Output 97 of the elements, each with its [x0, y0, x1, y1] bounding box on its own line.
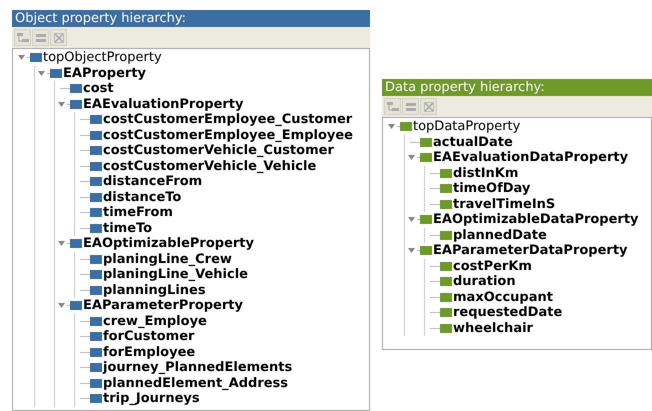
- property-icon: [420, 215, 432, 224]
- property-label[interactable]: crew_Employe: [103, 314, 207, 329]
- property-label[interactable]: timeOfDay: [453, 181, 530, 196]
- property-label[interactable]: EAEvaluationDataProperty: [433, 150, 628, 166]
- property-icon: [90, 177, 102, 186]
- property-icon: [90, 394, 102, 404]
- property-label[interactable]: distanceTo: [103, 190, 182, 205]
- property-icon: [70, 84, 82, 94]
- property-icon: [90, 208, 102, 218]
- expand-triangle-icon[interactable]: [408, 248, 414, 254]
- toolbar-button[interactable]: [420, 98, 437, 115]
- property-icon: [440, 168, 452, 178]
- property-label[interactable]: costPerKm: [453, 258, 532, 274]
- property-icon: [440, 277, 452, 286]
- add-subproperty-icon: [16, 32, 28, 42]
- expand-triangle-icon[interactable]: [58, 303, 64, 308]
- property-label[interactable]: travelTimeInS: [453, 196, 556, 212]
- property-icon: [440, 262, 452, 271]
- property-label[interactable]: distanceFrom: [103, 174, 202, 190]
- expand-triangle-icon[interactable]: [18, 55, 24, 60]
- property-label[interactable]: plannedElement_Address: [103, 376, 288, 391]
- property-icon: [440, 324, 452, 333]
- panel-title: Object property hierarchy:: [12, 10, 370, 27]
- property-label[interactable]: maxOccupant: [453, 290, 553, 305]
- property-icon: [440, 292, 452, 302]
- property-label[interactable]: duration: [453, 274, 516, 290]
- property-label[interactable]: EAParameterProperty: [83, 298, 243, 314]
- property-label[interactable]: costCustomerVehicle_Customer: [103, 143, 334, 158]
- property-icon: [90, 332, 102, 342]
- property-label[interactable]: planingLine_Vehicle: [103, 267, 248, 282]
- property-label[interactable]: requestedDate: [453, 305, 562, 320]
- property-label[interactable]: topDataProperty: [413, 119, 520, 134]
- property-icon: [420, 138, 432, 147]
- property-icon: [70, 301, 82, 310]
- toolbar-button[interactable]: [402, 98, 419, 115]
- property-label[interactable]: EAEvaluationProperty: [83, 96, 244, 112]
- property-icon: [420, 246, 432, 256]
- expand-triangle-icon[interactable]: [388, 124, 394, 130]
- property-label[interactable]: forEmployee: [103, 344, 196, 360]
- property-label[interactable]: costCustomerVehicle_Vehicle: [103, 158, 316, 174]
- property-icon: [90, 130, 102, 140]
- add-subproperty-icon: [386, 102, 398, 112]
- toolbar-button[interactable]: [50, 29, 67, 46]
- property-label[interactable]: journey_PlannedElements: [103, 360, 292, 376]
- add-sibling-icon: [34, 32, 46, 42]
- property-label[interactable]: plannedDate: [453, 228, 547, 243]
- property-icon: [70, 100, 82, 109]
- expand-triangle-icon[interactable]: [408, 155, 414, 160]
- property-label[interactable]: EAProperty: [63, 66, 146, 81]
- property-icon: [50, 68, 62, 78]
- property-icon: [30, 53, 42, 62]
- property-label[interactable]: EAOptimizableProperty: [83, 236, 254, 252]
- property-icon: [440, 230, 452, 240]
- expand-triangle-icon[interactable]: [58, 102, 64, 107]
- property-label[interactable]: costCustomerEmployee_Employee: [103, 128, 353, 143]
- toolbar-button[interactable]: [384, 98, 401, 115]
- property-icon: [70, 239, 82, 248]
- property-icon: [440, 308, 452, 318]
- property-icon: [90, 316, 102, 326]
- property-icon: [420, 153, 432, 162]
- property-label[interactable]: planingLine_Crew: [103, 252, 232, 267]
- property-icon: [90, 286, 102, 295]
- expand-triangle-icon[interactable]: [408, 217, 414, 222]
- property-icon: [90, 378, 102, 388]
- property-label[interactable]: forCustomer: [103, 329, 194, 344]
- property-label[interactable]: timeTo: [103, 220, 152, 236]
- expand-triangle-icon[interactable]: [38, 70, 44, 76]
- property-icon: [90, 254, 102, 264]
- property-label[interactable]: EAParameterDataProperty: [433, 243, 628, 258]
- property-label[interactable]: trip_Journeys: [103, 391, 200, 406]
- property-icon: [400, 122, 412, 132]
- property-icon: [440, 200, 452, 209]
- property-label[interactable]: distInKm: [453, 166, 518, 181]
- property-icon: [90, 115, 102, 124]
- toolbar-button[interactable]: [14, 29, 31, 46]
- property-icon: [90, 224, 102, 233]
- property-label[interactable]: costCustomerEmployee_Customer: [103, 112, 352, 128]
- delete-icon: [424, 102, 434, 112]
- property-icon: [90, 162, 102, 171]
- property-icon: [90, 192, 102, 202]
- property-label[interactable]: planningLines: [103, 282, 206, 298]
- property-label[interactable]: EAOptimizableDataProperty: [433, 212, 639, 228]
- property-label[interactable]: actualDate: [433, 134, 513, 150]
- property-label[interactable]: timeFrom: [103, 205, 173, 220]
- expand-triangle-icon[interactable]: [58, 241, 64, 246]
- property-icon: [90, 363, 102, 372]
- panel-title: Data property hierarchy:: [382, 79, 652, 96]
- toolbar-button[interactable]: [32, 29, 49, 46]
- property-icon: [90, 146, 102, 156]
- delete-icon: [54, 32, 64, 42]
- property-icon: [90, 270, 102, 280]
- property-icon: [90, 348, 102, 357]
- property-icon: [440, 184, 452, 194]
- add-sibling-icon: [404, 102, 416, 112]
- property-label[interactable]: cost: [83, 81, 114, 96]
- property-label[interactable]: wheelchair: [453, 320, 533, 336]
- property-label[interactable]: topObjectProperty: [43, 50, 162, 66]
